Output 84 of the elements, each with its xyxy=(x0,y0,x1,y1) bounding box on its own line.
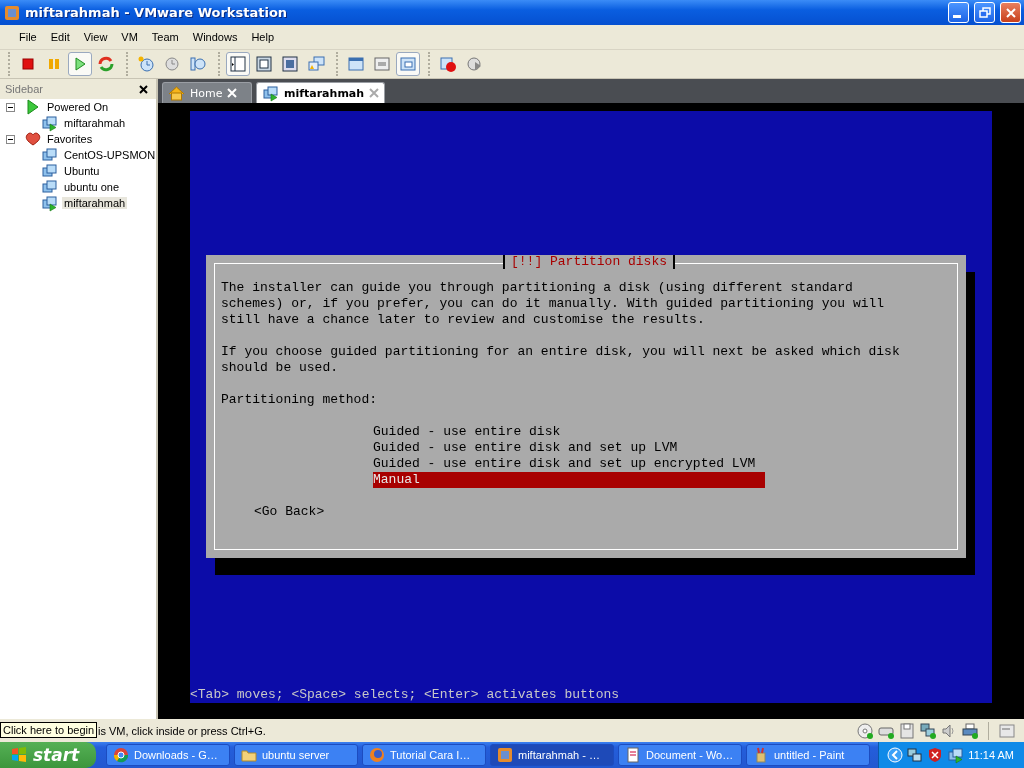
taskbar-button[interactable]: Tutorial Cara I… xyxy=(362,744,486,766)
menu-option[interactable]: Manual xyxy=(373,472,765,488)
tooltip: Click here to begin xyxy=(0,722,98,738)
network-icon[interactable] xyxy=(907,747,924,763)
dialog-title: [!!] Partition disks xyxy=(503,255,675,269)
message-log-icon xyxy=(998,721,1016,740)
stop-icon xyxy=(19,55,37,73)
menu-item[interactable]: VM xyxy=(114,31,145,43)
menu-item[interactable]: View xyxy=(76,31,115,43)
tree-item[interactable]: ubuntu one xyxy=(62,181,122,193)
close-icon[interactable] xyxy=(139,84,148,94)
snapshot-icon xyxy=(137,55,155,73)
chevron-icon[interactable] xyxy=(887,747,904,763)
browser-icon xyxy=(113,747,129,763)
tab-label: Home xyxy=(190,86,223,100)
minimize-icon xyxy=(953,15,961,18)
restore-icon xyxy=(978,6,991,19)
app-icon xyxy=(497,747,513,763)
tree-item[interactable]: Ubuntu xyxy=(62,165,102,177)
taskbar-button[interactable]: untitled - Paint xyxy=(746,744,870,766)
unity-icon xyxy=(307,55,325,73)
tab[interactable]: Home xyxy=(162,82,252,103)
heart-icon xyxy=(25,131,41,147)
tree-group[interactable]: Favorites xyxy=(45,133,95,145)
tab[interactable]: miftarahmah xyxy=(256,82,386,103)
close-icon xyxy=(1004,6,1017,19)
sidebar-view-icon xyxy=(229,55,247,73)
tree-group[interactable]: Powered On xyxy=(45,101,111,113)
network-icon xyxy=(919,721,937,740)
menu-item[interactable]: Help xyxy=(244,31,281,43)
taskbar-button[interactable]: Downloads - G… xyxy=(106,744,230,766)
summary-view-icon xyxy=(373,55,391,73)
windows-logo-icon xyxy=(10,746,28,764)
taskbar-button[interactable]: Document - Wo… xyxy=(618,744,742,766)
running-vm-icon[interactable] xyxy=(947,746,965,764)
thumbnail-view-icon xyxy=(399,55,417,73)
home-icon xyxy=(168,84,185,102)
status-text: is VM, click inside or press Ctrl+G. xyxy=(98,724,267,737)
menu-item[interactable]: Windows xyxy=(185,31,245,43)
taskbar-button[interactable]: ubuntu server xyxy=(234,744,358,766)
running-vm-icon xyxy=(262,84,279,102)
replay-icon xyxy=(465,55,483,73)
menu-option[interactable]: Guided - use entire disk xyxy=(373,424,765,440)
tab-label: miftarahmah xyxy=(284,86,365,100)
reset-icon xyxy=(97,55,115,73)
clock: 11:14 AM xyxy=(968,749,1014,761)
quick-switch-icon xyxy=(281,55,299,73)
close-button[interactable] xyxy=(1000,2,1021,23)
document-icon xyxy=(625,747,641,763)
fullscreen-icon xyxy=(255,55,273,73)
folder-icon xyxy=(241,747,257,763)
play-button[interactable] xyxy=(68,52,92,76)
collapse-icon[interactable] xyxy=(6,134,15,144)
sidebar-title: Sidebar xyxy=(5,83,43,95)
printer-icon xyxy=(961,721,979,740)
sidebar-view-button[interactable] xyxy=(226,52,250,76)
key-hint: <Tab> moves; <Space> selects; <Enter> activates buttons xyxy=(190,687,621,703)
menu-option[interactable]: Guided - use entire disk and set up encrypted LVM xyxy=(373,456,765,472)
menu-item[interactable]: File xyxy=(12,31,44,43)
menu-item[interactable]: Edit xyxy=(43,31,77,43)
console-view-icon xyxy=(347,55,365,73)
record-icon xyxy=(439,55,457,73)
menu-option[interactable]: Guided - use entire disk and set up LVM xyxy=(373,440,765,456)
tree-item[interactable]: CentOS-UPSMON xyxy=(62,149,158,161)
app-icon xyxy=(4,4,20,21)
minimize-button[interactable] xyxy=(948,2,969,23)
window-title: miftarahmah - VMware Workstation xyxy=(25,5,289,20)
revert-icon xyxy=(163,55,181,73)
tree-item[interactable]: miftarahmah xyxy=(62,197,128,209)
shield-icon[interactable] xyxy=(927,747,944,763)
back-button[interactable]: <Go Back> xyxy=(254,504,325,520)
cd-icon xyxy=(856,721,874,740)
tree-item[interactable]: miftarahmah xyxy=(62,117,128,129)
paragraph: The installer can guide you through partitioning a disk (using different standard schemes) or, if you prefer, you can do it manually. With guided partitioning you will still have a chance later to review and customise the results. xyxy=(221,280,886,328)
thumbnail-view-button[interactable] xyxy=(396,52,420,76)
paragraph: Partitioning method: xyxy=(221,392,379,408)
paint-icon xyxy=(753,747,769,763)
taskbar-button[interactable]: miftarahmah - … xyxy=(490,744,614,766)
console-screen[interactable] xyxy=(190,111,992,703)
paragraph: If you choose guided partitioning for an entire disk, you will next be asked which disk should be used. xyxy=(221,344,901,376)
restore-button[interactable] xyxy=(974,2,995,23)
menu-item[interactable]: Team xyxy=(144,31,186,43)
globe-icon xyxy=(369,747,385,763)
collapse-icon[interactable] xyxy=(6,102,15,112)
